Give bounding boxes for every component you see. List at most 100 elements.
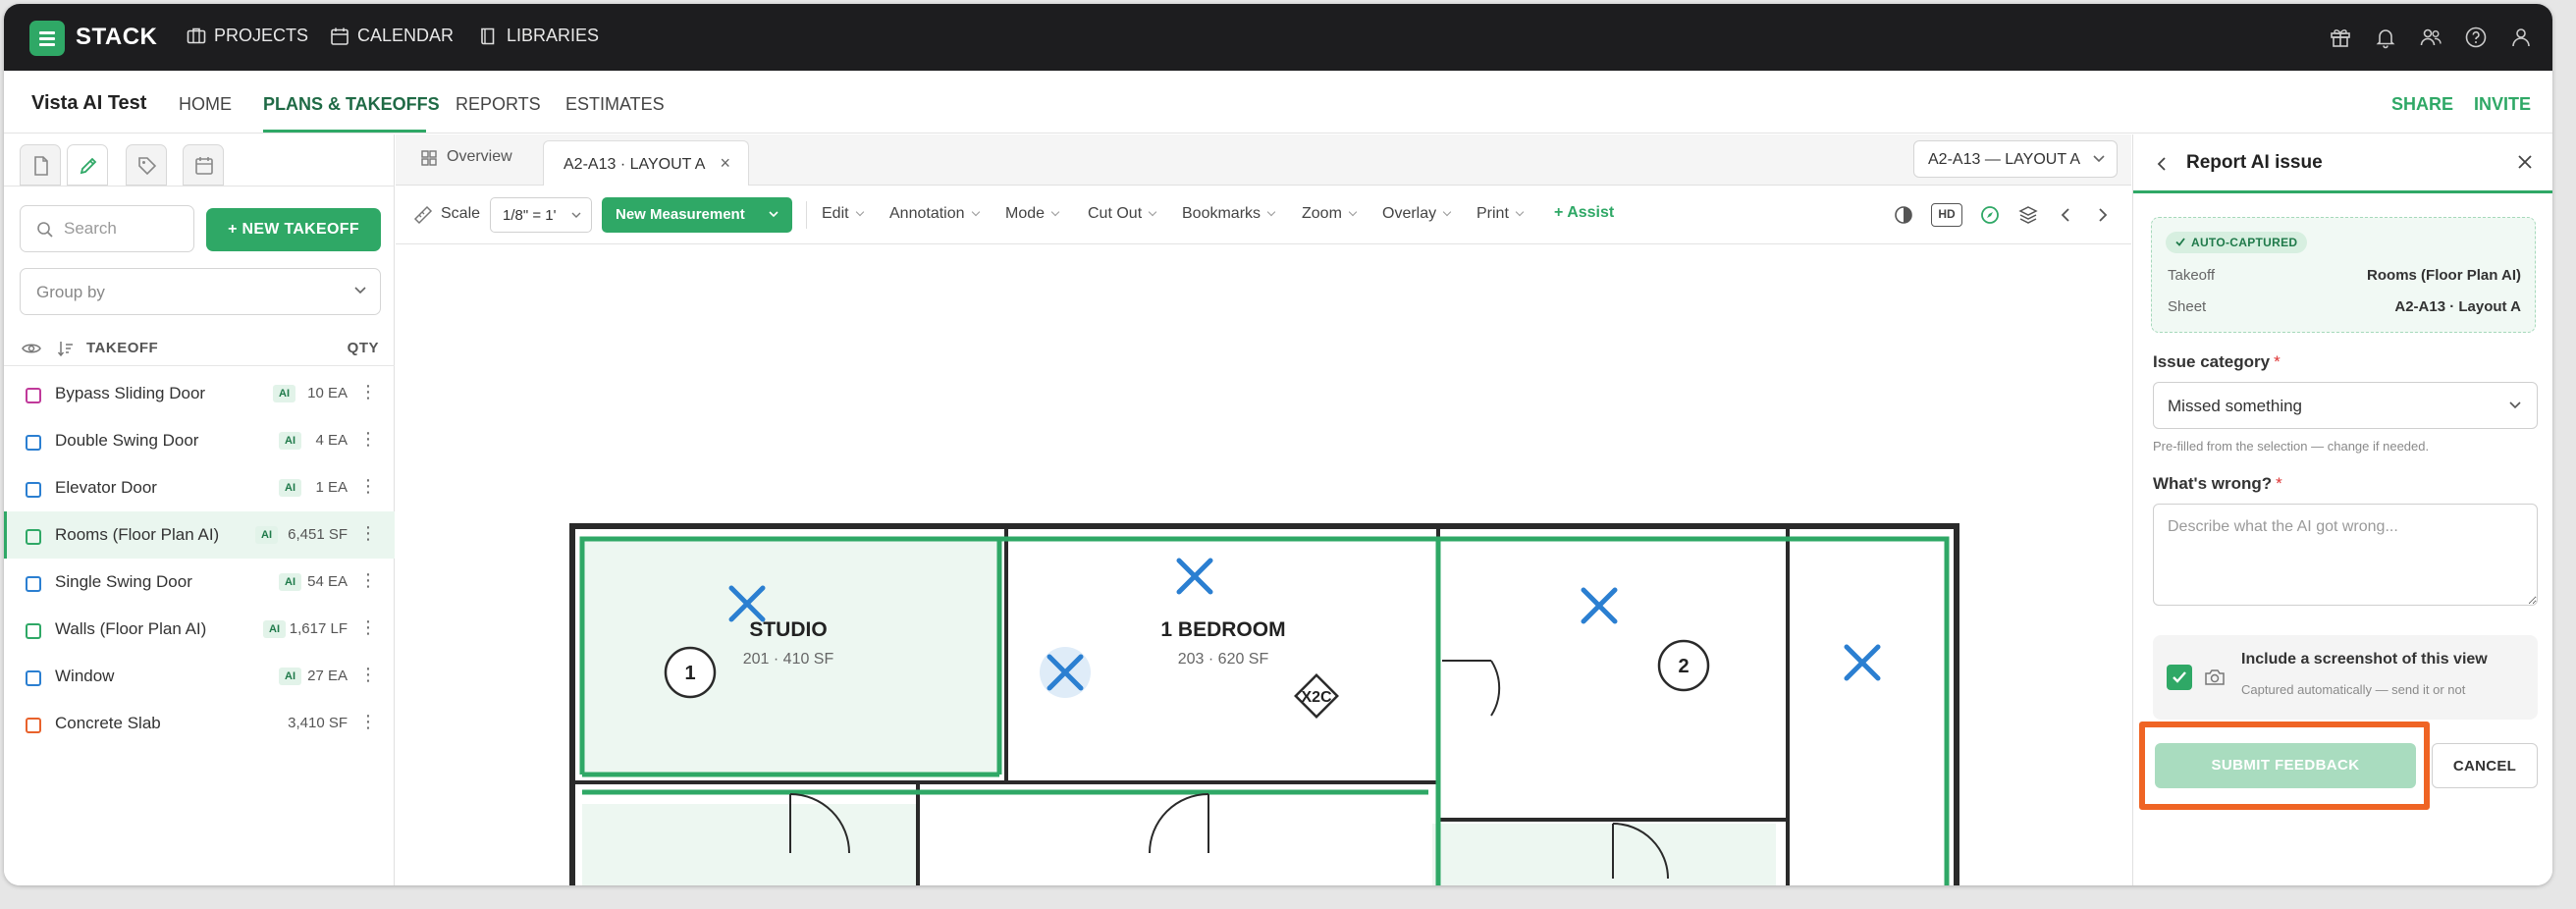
takeoff-name: Concrete Slab	[55, 714, 161, 732]
more-options-icon[interactable]: ⋮	[359, 523, 377, 544]
stack-logo-icon[interactable]	[29, 21, 65, 56]
more-options-icon[interactable]: ⋮	[359, 476, 377, 497]
takeoff-color-swatch[interactable]	[26, 435, 41, 451]
close-icon[interactable]	[2517, 154, 2533, 170]
contrast-icon[interactable]	[1894, 205, 1913, 225]
tab-calendar[interactable]	[183, 144, 224, 186]
takeoff-color-swatch[interactable]	[26, 388, 41, 403]
submit-feedback-button[interactable]: SUBMIT FEEDBACK	[2155, 743, 2416, 788]
room-fill-lower-right[interactable]	[1432, 824, 1776, 885]
nav-estimates[interactable]: ESTIMATES	[565, 94, 665, 115]
takeoff-color-swatch[interactable]	[26, 482, 41, 498]
takeoff-name: Double Swing Door	[55, 431, 199, 450]
takeoff-row[interactable]: Bypass Sliding Door AI 10 EA ⋮	[4, 370, 395, 417]
bell-icon[interactable]	[2374, 26, 2397, 49]
room-area-studio: 201 · 410 SF	[743, 651, 834, 668]
column-qty[interactable]: QTY	[348, 340, 379, 356]
tab-tags[interactable]	[126, 144, 167, 186]
takeoff-name: Elevator Door	[55, 478, 157, 497]
hd-toggle[interactable]: HD	[1931, 203, 1962, 227]
chevron-left-icon[interactable]	[2157, 156, 2167, 172]
invite-button[interactable]: INVITE	[2474, 94, 2531, 115]
close-tab-icon[interactable]: ×	[720, 153, 730, 174]
menu-annotation[interactable]: Annotation	[889, 205, 980, 223]
menu-mode-label: Mode	[1005, 205, 1046, 222]
new-takeoff-button[interactable]: + NEW TAKEOFF	[206, 208, 381, 251]
tag-x2c-label: X2C	[1301, 689, 1332, 706]
menu-overlay-label: Overlay	[1382, 205, 1437, 222]
more-options-icon[interactable]: ⋮	[359, 570, 377, 591]
new-measurement-button[interactable]: New Measurement	[602, 197, 792, 233]
menu-zoom[interactable]: Zoom	[1302, 205, 1358, 223]
takeoff-color-swatch[interactable]	[26, 623, 41, 639]
takeoff-qty: 10 EA	[307, 385, 348, 401]
eye-icon[interactable]	[22, 342, 41, 355]
menu-bookmarks[interactable]: Bookmarks	[1182, 205, 1276, 223]
group-by-label: Group by	[36, 283, 105, 301]
group-by-select[interactable]: Group by	[20, 268, 381, 315]
panel-title: Report AI issue	[2186, 152, 2323, 173]
takeoff-color-swatch[interactable]	[26, 670, 41, 686]
more-options-icon[interactable]: ⋮	[359, 665, 377, 685]
project-nav: Vista AI Test HOME PLANS & TAKEOFFS REPO…	[4, 71, 2552, 134]
takeoff-row[interactable]: Walls (Floor Plan AI) AI 1,617 LF ⋮	[4, 606, 395, 653]
sort-icon[interactable]	[57, 340, 75, 357]
compass-icon[interactable]	[1980, 205, 2000, 225]
nav-reports[interactable]: REPORTS	[456, 94, 541, 115]
layers-icon[interactable]	[2017, 204, 2039, 226]
takeoff-row[interactable]: Concrete Slab 3,410 SF ⋮	[4, 700, 395, 747]
chevron-left-icon[interactable]	[2061, 207, 2070, 223]
takeoff-row[interactable]: Elevator Door AI 1 EA ⋮	[4, 464, 395, 511]
ai-badge: AI	[255, 526, 278, 544]
more-options-icon[interactable]: ⋮	[359, 617, 377, 638]
takeoff-color-swatch[interactable]	[26, 718, 41, 733]
menu-cut-out[interactable]: Cut Out	[1088, 205, 1157, 223]
gift-icon[interactable]	[2329, 26, 2352, 49]
search-input[interactable]	[64, 218, 182, 240]
cancel-button[interactable]: CANCEL	[2432, 743, 2538, 788]
nav-home[interactable]: HOME	[179, 94, 232, 115]
more-options-icon[interactable]: ⋮	[359, 382, 377, 402]
include-screenshot-checkbox[interactable]	[2167, 665, 2192, 690]
scale-select[interactable]: 1/8" = 1'	[490, 197, 592, 233]
tab-sheet-active[interactable]: A2-A13 · LAYOUT A ×	[543, 140, 749, 186]
issue-category-hint: Pre-filled from the selection — change i…	[2153, 439, 2430, 454]
takeoff-row[interactable]: Rooms (Floor Plan AI) AI 6,451 SF ⋮	[4, 511, 395, 559]
whats-wrong-label: What's wrong? *	[2153, 474, 2282, 494]
brand-name[interactable]: STACK	[76, 24, 157, 51]
share-button[interactable]: SHARE	[2391, 94, 2453, 115]
tab-takeoffs[interactable]	[67, 144, 108, 186]
more-options-icon[interactable]: ⋮	[359, 429, 377, 450]
takeoff-row[interactable]: Window AI 27 EA ⋮	[4, 653, 395, 700]
chevron-down-icon	[769, 211, 778, 218]
active-tab-underline	[263, 130, 426, 133]
sheet-select[interactable]: A2-A13 — LAYOUT A	[1913, 140, 2118, 178]
takeoff-name: Walls (Floor Plan AI)	[55, 619, 207, 638]
chevron-right-icon[interactable]	[2098, 207, 2108, 223]
whats-wrong-textarea[interactable]	[2153, 504, 2538, 606]
menu-overlay[interactable]: Overlay	[1382, 205, 1452, 223]
menu-mode[interactable]: Mode	[1005, 205, 1060, 223]
floor-plan-drawing[interactable]: 1 2 X2C STUDIO 201 · 410 SF 1 BEDROOM 20…	[396, 244, 2131, 885]
takeoff-color-swatch[interactable]	[26, 529, 41, 545]
column-takeoff[interactable]: TAKEOFF	[86, 340, 158, 356]
issue-category-select[interactable]: Missed something	[2153, 382, 2538, 429]
menu-edit[interactable]: Edit	[822, 205, 864, 223]
more-options-icon[interactable]: ⋮	[359, 712, 377, 732]
report-ai-issue-panel: Report AI issue AUTO-CAPTURED Takeoff Ro…	[2132, 134, 2552, 885]
takeoff-row[interactable]: Single Swing Door AI 54 EA ⋮	[4, 559, 395, 606]
tab-sheets[interactable]	[20, 144, 61, 186]
plan-canvas[interactable]: 1 2 X2C STUDIO 201 · 410 SF 1 BEDROOM 20…	[396, 244, 2131, 885]
users-icon[interactable]	[2419, 26, 2442, 49]
takeoff-qty: 54 EA	[307, 573, 348, 590]
takeoff-color-swatch[interactable]	[26, 576, 41, 592]
user-icon[interactable]	[2509, 26, 2533, 49]
search-box[interactable]	[20, 205, 194, 252]
room-fill-lower-left[interactable]	[582, 804, 916, 885]
assist-button[interactable]: + Assist	[1554, 204, 1614, 222]
takeoff-row[interactable]: Double Swing Door AI 4 EA ⋮	[4, 417, 395, 464]
nav-plans-takeoffs[interactable]: PLANS & TAKEOFFS	[263, 94, 440, 115]
screenshot-option: Include a screenshot of this view Captur…	[2153, 635, 2538, 720]
help-icon[interactable]	[2464, 26, 2488, 49]
menu-print[interactable]: Print	[1476, 205, 1525, 223]
